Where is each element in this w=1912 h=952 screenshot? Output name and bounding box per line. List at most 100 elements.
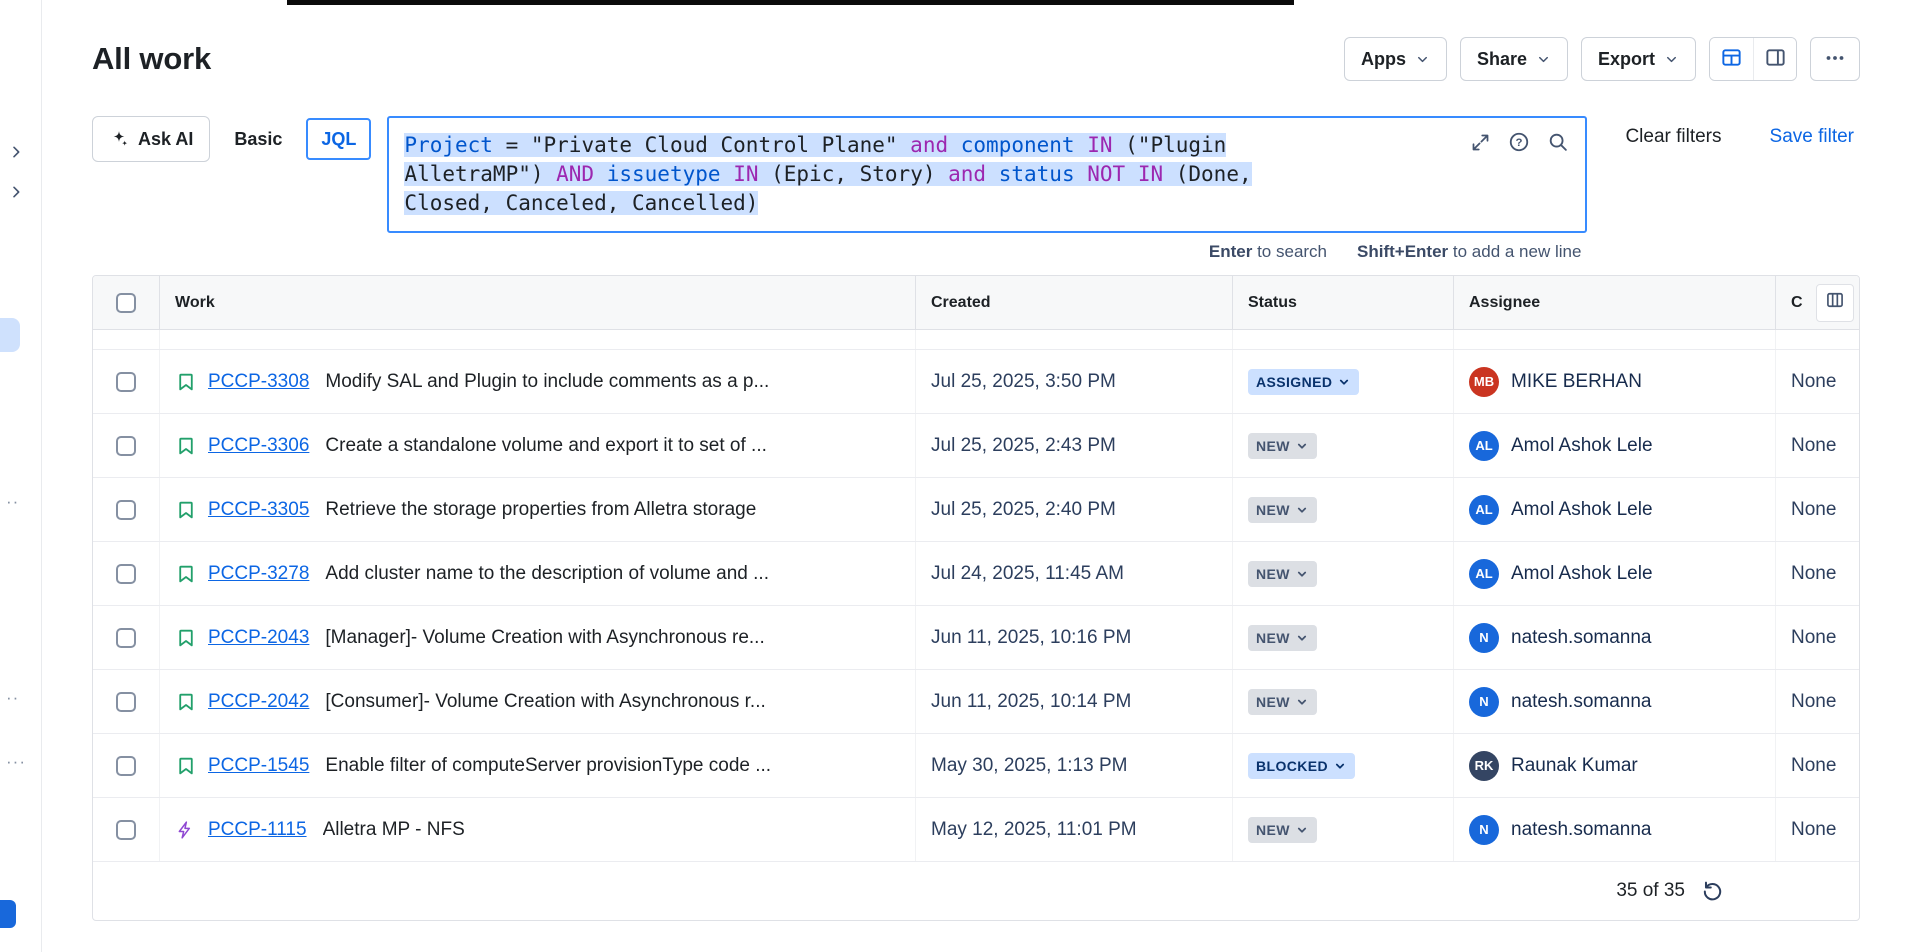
status-dropdown[interactable]: NEW [1248, 689, 1317, 715]
table-row[interactable]: PCCP-3306 Create a standalone volume and … [93, 414, 1859, 478]
chevron-down-icon [1664, 52, 1679, 67]
row-select-cell [93, 606, 159, 669]
issue-summary[interactable]: Add cluster name to the description of v… [325, 563, 769, 585]
search-icon[interactable] [1547, 131, 1569, 153]
ask-ai-label: Ask AI [138, 129, 193, 150]
page-header: All work Apps Share Export [92, 36, 1860, 82]
work-cell: PCCP-3305 Retrieve the storage properties… [159, 478, 915, 541]
assignee-cell: Nnatesh.somanna [1453, 798, 1775, 861]
help-icon[interactable]: ? [1508, 131, 1530, 153]
jql-editor-icons: ? [1470, 131, 1569, 153]
avatar: N [1469, 623, 1499, 653]
select-all-checkbox[interactable] [116, 293, 136, 313]
row-checkbox[interactable] [116, 756, 136, 776]
issue-summary[interactable]: Enable filter of computeServer provision… [325, 755, 771, 777]
jql-mode-button[interactable]: JQL [306, 118, 371, 160]
row-checkbox[interactable] [116, 564, 136, 584]
basic-mode-button[interactable]: Basic [220, 116, 296, 162]
more-actions-button[interactable] [1810, 37, 1860, 81]
status-dropdown[interactable]: NEW [1248, 497, 1317, 523]
status-dropdown[interactable]: ASSIGNED [1248, 369, 1359, 395]
assignee-name: Amol Ashok Lele [1511, 499, 1653, 521]
status-dropdown[interactable]: NEW [1248, 817, 1317, 843]
apps-button[interactable]: Apps [1344, 37, 1447, 81]
row-count: 35 of 35 [1616, 880, 1685, 902]
status-cell: BLOCKED [1232, 734, 1453, 797]
ask-ai-button[interactable]: Ask AI [92, 116, 210, 162]
created-cell: Jul 25, 2025, 2:43 PM [915, 414, 1232, 477]
row-checkbox[interactable] [116, 628, 136, 648]
export-button[interactable]: Export [1581, 37, 1696, 81]
jql-editor[interactable]: Project = "Private Cloud Control Plane" … [387, 116, 1587, 233]
story-icon [175, 755, 199, 777]
created-cell: May 12, 2025, 11:01 PM [915, 798, 1232, 861]
avatar: AL [1469, 431, 1499, 461]
table-view-button[interactable] [1710, 38, 1753, 80]
sidebar-selected-item[interactable] [0, 318, 20, 352]
created-cell: Jun 11, 2025, 10:14 PM [915, 670, 1232, 733]
row-checkbox[interactable] [116, 692, 136, 712]
detail-view-button[interactable] [1753, 38, 1796, 80]
issue-key-link[interactable]: PCCP-2043 [208, 627, 309, 649]
configure-columns-button[interactable] [1816, 284, 1854, 322]
status-cell: NEW [1232, 798, 1453, 861]
status-cell: NEW [1232, 670, 1453, 733]
status-cell: NEW [1232, 606, 1453, 669]
issue-summary[interactable]: [Manager]- Volume Creation with Asynchro… [325, 627, 764, 649]
assignee-cell: ALAmol Ashok Lele [1453, 542, 1775, 605]
column-header-assignee[interactable]: Assignee [1453, 276, 1775, 329]
table-row[interactable]: PCCP-2042 [Consumer]- Volume Creation wit… [93, 670, 1859, 734]
column-header-created[interactable]: Created [915, 276, 1232, 329]
row-checkbox[interactable] [116, 436, 136, 456]
extra-cell: None [1775, 606, 1859, 669]
status-dropdown[interactable]: NEW [1248, 625, 1317, 651]
share-button-label: Share [1477, 49, 1527, 70]
column-header-work[interactable]: Work [159, 276, 915, 329]
chevron-right-icon[interactable] [8, 144, 24, 160]
issue-key-link[interactable]: PCCP-3305 [208, 499, 309, 521]
row-checkbox[interactable] [116, 372, 136, 392]
issue-key-link[interactable]: PCCP-1545 [208, 755, 309, 777]
share-button[interactable]: Share [1460, 37, 1568, 81]
issue-key-link[interactable]: PCCP-3278 [208, 563, 309, 585]
issue-summary[interactable]: Alletra MP - NFS [323, 819, 465, 841]
column-header-status[interactable]: Status [1232, 276, 1453, 329]
main-panel: All work Apps Share Export [43, 0, 1912, 952]
table-row[interactable]: PCCP-1545 Enable filter of computeServer … [93, 734, 1859, 798]
column-header-extra[interactable]: C [1775, 276, 1859, 329]
extra-cell: None [1775, 542, 1859, 605]
extra-cell: None [1775, 350, 1859, 413]
status-dropdown[interactable]: NEW [1248, 433, 1317, 459]
issue-summary[interactable]: Modify SAL and Plugin to include comment… [325, 371, 769, 393]
issue-key-link[interactable]: PCCP-3306 [208, 435, 309, 457]
expand-icon[interactable] [1470, 132, 1491, 153]
column-header-extra-label: C [1791, 294, 1803, 312]
issue-summary[interactable]: Create a standalone volume and export it… [325, 435, 766, 457]
avatar: AL [1469, 559, 1499, 589]
extra-cell: None [1775, 670, 1859, 733]
apps-button-label: Apps [1361, 49, 1406, 70]
status-cell: NEW [1232, 414, 1453, 477]
assignee-cell: ALAmol Ashok Lele [1453, 478, 1775, 541]
issue-summary[interactable]: Retrieve the storage properties from All… [325, 499, 756, 521]
issue-key-link[interactable]: PCCP-2042 [208, 691, 309, 713]
table-row[interactable]: PCCP-3305 Retrieve the storage properties… [93, 478, 1859, 542]
issue-key-link[interactable]: PCCP-3308 [208, 371, 309, 393]
refresh-icon[interactable] [1701, 880, 1724, 903]
row-checkbox[interactable] [116, 500, 136, 520]
issue-key-link[interactable]: PCCP-1115 [208, 819, 307, 841]
chevron-right-icon[interactable] [8, 184, 24, 200]
clear-filters-button[interactable]: Clear filters [1619, 125, 1727, 149]
save-filter-button[interactable]: Save filter [1764, 125, 1860, 149]
status-dropdown[interactable]: NEW [1248, 561, 1317, 587]
row-select-cell [93, 670, 159, 733]
row-checkbox[interactable] [116, 820, 136, 840]
status-dropdown[interactable]: BLOCKED [1248, 753, 1355, 779]
table-row[interactable]: PCCP-1115 Alletra MP - NFS May 12, 2025, 1… [93, 798, 1859, 862]
table-row[interactable]: PCCP-3308 Modify SAL and Plugin to includ… [93, 350, 1859, 414]
story-icon [175, 371, 199, 393]
sidebar-logo-partial[interactable] [0, 900, 16, 928]
table-row[interactable]: PCCP-3278 Add cluster name to the descrip… [93, 542, 1859, 606]
issue-summary[interactable]: [Consumer]- Volume Creation with Asynchr… [325, 691, 765, 713]
table-row[interactable]: PCCP-2043 [Manager]- Volume Creation with… [93, 606, 1859, 670]
